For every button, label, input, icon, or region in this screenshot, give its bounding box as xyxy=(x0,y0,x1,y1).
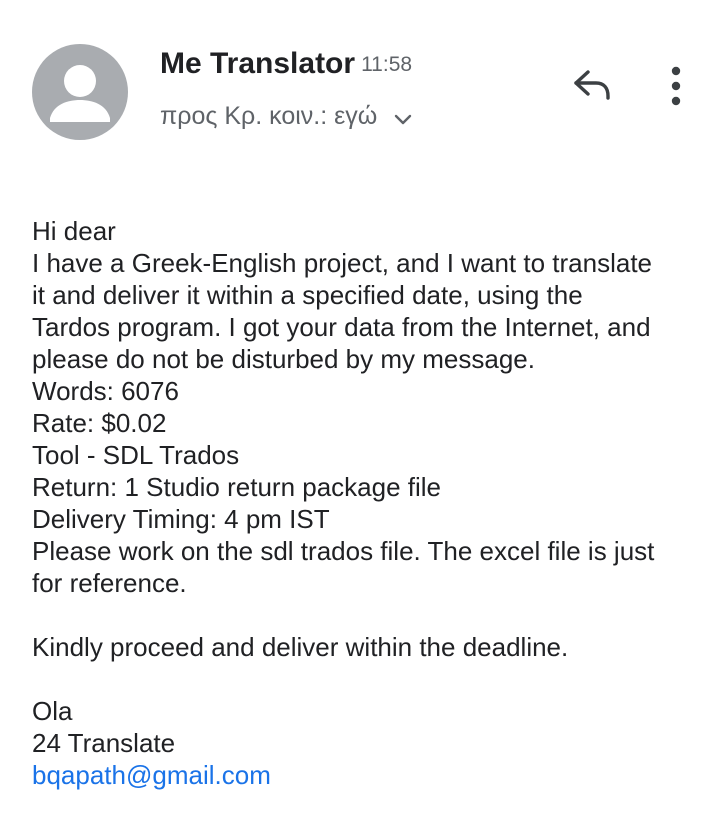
reply-button[interactable] xyxy=(568,62,616,110)
person-icon xyxy=(50,65,110,122)
message-body: Hi dear I have a Greek-English project, … xyxy=(32,215,702,791)
chevron-down-icon[interactable] xyxy=(391,104,415,128)
body-line: Tardos program. I got your data from the… xyxy=(32,312,651,342)
word-count: Words: 6076 xyxy=(32,376,179,406)
recipients-text: προς Κρ. κοιν.: εγώ xyxy=(160,102,378,130)
body-line: it and deliver it within a specified dat… xyxy=(32,280,583,310)
sender-header: Me Translator 11:58 xyxy=(160,44,412,85)
tool: Tool - SDL Trados xyxy=(32,440,240,470)
signature-email-link[interactable]: bqapath@gmail.com xyxy=(32,760,271,790)
body-line: please do not be disturbed by my message… xyxy=(32,344,535,374)
signature-name: Ola xyxy=(32,696,73,726)
body-line: I have a Greek-English project, and I wa… xyxy=(32,248,653,278)
sender-name[interactable]: Me Translator xyxy=(160,47,355,80)
body-line: for reference. xyxy=(32,568,187,598)
return-format: Return: 1 Studio return package file xyxy=(32,472,442,502)
greeting: Hi dear xyxy=(32,216,116,246)
signature-company: 24 Translate xyxy=(32,728,176,758)
body-line: Please work on the sdl trados file. The … xyxy=(32,536,655,566)
message-time: 11:58 xyxy=(361,53,413,76)
delivery-timing: Delivery Timing: 4 pm IST xyxy=(32,504,330,534)
reply-icon xyxy=(574,70,610,100)
closing-line: Kindly proceed and deliver within the de… xyxy=(32,632,569,662)
more-options-button[interactable] xyxy=(652,62,700,110)
recipients-row[interactable]: προς Κρ. κοιν.: εγώ xyxy=(160,96,415,136)
sender-avatar[interactable] xyxy=(32,44,128,140)
rate: Rate: $0.02 xyxy=(32,408,167,438)
more-vert-icon xyxy=(671,66,681,106)
